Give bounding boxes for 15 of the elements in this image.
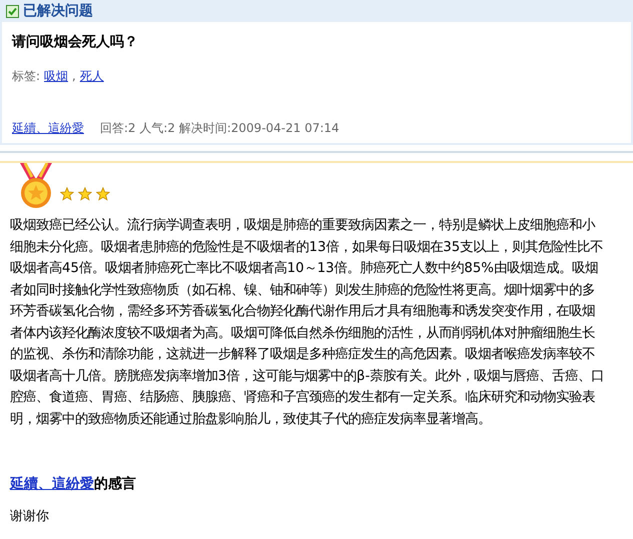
separator-text: , xyxy=(72,68,76,85)
tag-link[interactable]: 死人 xyxy=(80,67,104,85)
question-meta: 回答:2 人气:2 解决时间:2009-04-21 07:14 xyxy=(100,120,340,137)
star-icon xyxy=(96,187,110,201)
answer-text: 吸烟致癌已经公认。流行病学调查表明，吸烟是肺癌的重要致病因素之一，特别是鳞状上皮细胞癌和小细胞未分化癌。吸烟者患肺癌的危险性是不吸烟者的13倍，如果每日吸烟在35支以上，则其危险性比不吸烟者高45倍。吸烟者肺癌死亡率比不吸烟者高10～13倍。肺癌死亡人数中约85%由吸烟造成。吸烟者如同时接触化学性致癌物质（如石棉、镍、铀和砷等）则发生肺癌的危险性将更高。烟叶烟雾中的多环芳香碳氢化合物，需经多环芳香碳氢化合物羟化酶代谢作用后才具有细胞毒和诱发突变作用，在吸烟者体内该羟化酶浓度较不吸烟者为高。吸烟可降低自然杀伤细胞的活性，从而削弱机体对肿瘤细胞生长的监视、杀伤和清除功能，这就进一步解释了吸烟是多种癌症发生的高危因素。吸烟者喉癌发病率较不吸烟者高十几倍。膀胱癌发病率增加3倍，这可能与烟雾中的β-萘胺有关。此外，吸烟与唇癌、舌癌、口腔癌、食道癌、胃癌、结肠癌、胰腺癌、肾癌和子宫颈癌的发生都有一定关系。临床研究和动物实验表明，烟雾中的致癌物质还能通过胎盘影响胎儿，致使其子代的癌症发病率显著增高。 xyxy=(9,216,605,428)
author-link[interactable]: 延續、這紛愛 xyxy=(10,476,94,492)
star-icon xyxy=(78,187,92,201)
section-title: 已解决问题 xyxy=(23,2,93,20)
thanks-text: 谢谢你 xyxy=(9,508,50,526)
thanks-title: 的感言 xyxy=(94,476,136,492)
star-icon xyxy=(60,187,74,201)
tags-label: 标签: xyxy=(12,68,40,85)
author-link[interactable]: 延續、這紛愛 xyxy=(12,119,84,137)
tag-link[interactable]: 吸烟 xyxy=(44,67,68,85)
question-title: 请问吸烟会死人吗？ xyxy=(12,33,139,52)
